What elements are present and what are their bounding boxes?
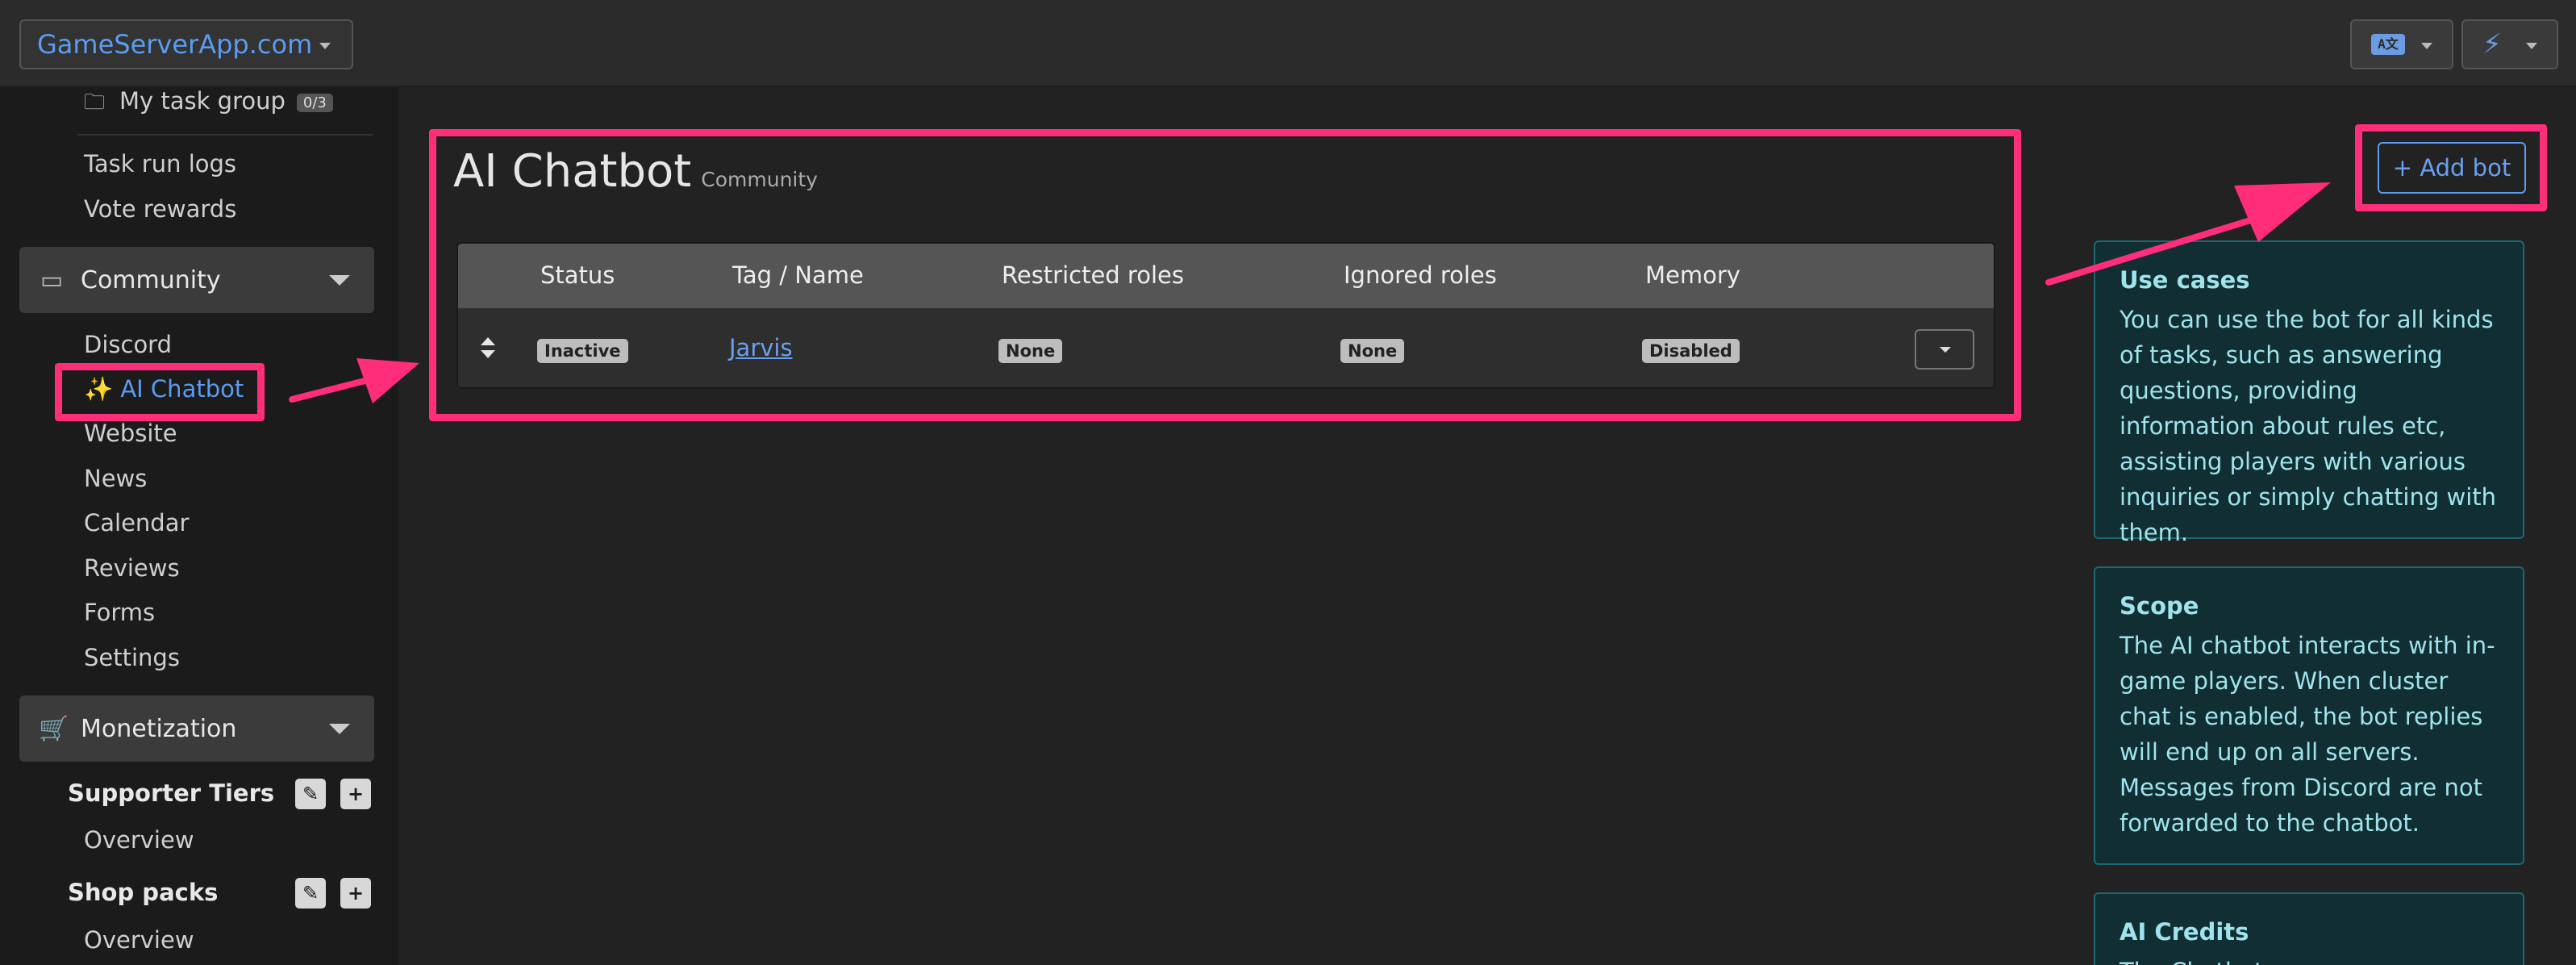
annotation-arrows bbox=[289, 182, 2331, 403]
arrow-to-add-bot bbox=[2045, 182, 2331, 286]
arrow-to-main-panel bbox=[289, 358, 419, 403]
